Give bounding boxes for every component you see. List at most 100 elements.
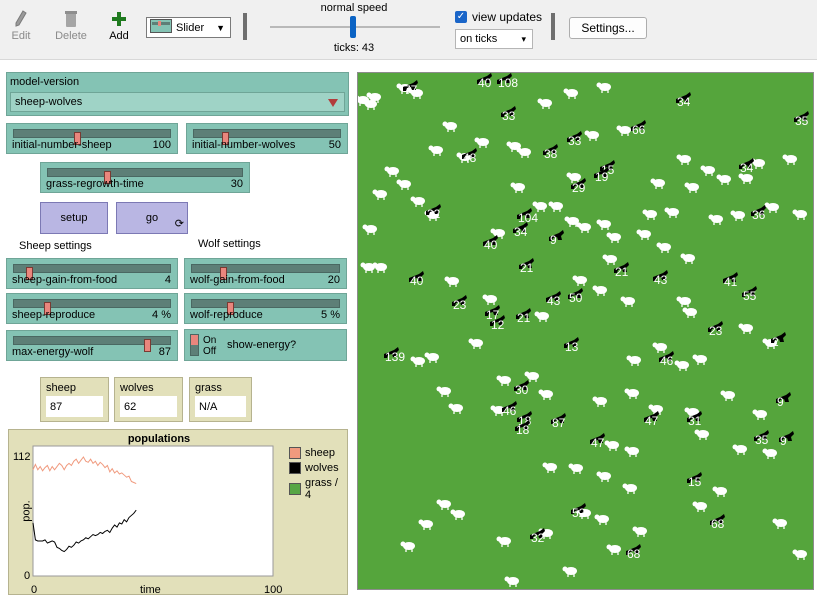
legend-swatch — [289, 462, 301, 474]
sheep-agent — [606, 544, 621, 555]
sheep-agent — [606, 232, 621, 243]
update-mode-label: on ticks — [460, 33, 498, 45]
wolf-gain-from-food-slider[interactable]: wolf-gain-from-food 20 — [184, 258, 347, 289]
sheep-agent — [424, 352, 439, 363]
sheep-agent — [504, 576, 519, 587]
initial-number-sheep-slider[interactable]: initial-number-sheep 100 — [6, 123, 178, 154]
legend-label: grass / 4 — [304, 477, 338, 501]
wolf-reproduce-slider[interactable]: wolf-reproduce 5 % — [184, 293, 347, 324]
sheep-agent — [576, 222, 591, 233]
sheep-reproduce-slider[interactable]: sheep-reproduce 4 % — [6, 293, 178, 324]
sheep-agent — [362, 99, 377, 110]
slider-track[interactable] — [13, 264, 171, 280]
sheep-agent — [496, 536, 511, 547]
sheep-agent — [418, 519, 433, 530]
add-button[interactable]: Add — [99, 8, 139, 42]
slider-track[interactable] — [191, 299, 340, 315]
setup-button[interactable]: setup — [40, 202, 108, 234]
wolf-energy-label: 21 — [517, 311, 531, 325]
sheep-gain-from-food-slider[interactable]: sheep-gain-from-food 4 — [6, 258, 178, 289]
wolf-energy-label: 68 — [627, 547, 641, 561]
chooser-value[interactable]: sheep-wolves — [10, 92, 345, 112]
sheep-agent — [650, 178, 665, 189]
sheep-agent — [474, 137, 489, 148]
sheep-agent — [616, 125, 631, 136]
show-energy-switch[interactable]: On Off show-energy? — [184, 329, 347, 361]
sheep-agent — [584, 130, 599, 141]
sheep-agent — [716, 174, 731, 185]
plot-area — [32, 445, 274, 577]
slider-value: 50 — [328, 139, 341, 151]
slider-track[interactable] — [13, 336, 171, 352]
world-canvas[interactable]: 7733343548383366151929343632104349402121… — [358, 73, 814, 590]
sheep-agent — [572, 275, 587, 286]
sheep-agent — [792, 549, 807, 560]
delete-button[interactable]: Delete — [51, 8, 91, 42]
legend-label: sheep — [305, 447, 335, 459]
sheep-agent — [642, 209, 657, 220]
sheep-agent — [712, 486, 727, 497]
widget-type-select[interactable]: Slider ▼ — [146, 17, 231, 38]
sheep-agent — [720, 390, 735, 401]
sheep-agent — [772, 518, 787, 529]
sheep-agent — [738, 173, 753, 184]
sheep-agent — [538, 389, 553, 400]
wolf-energy-label: 9 — [777, 395, 784, 409]
legend-swatch — [289, 483, 301, 495]
grass-regrowth-time-slider[interactable]: grass-regrowth-time 30 — [40, 162, 250, 193]
sheep-agent — [632, 526, 647, 537]
pencil-icon — [1, 8, 41, 30]
sheep-agent — [534, 311, 549, 322]
chevron-down-icon: ▼ — [216, 22, 225, 33]
wolf-energy-label: 43 — [654, 273, 668, 287]
sheep-agent — [372, 189, 387, 200]
sheep-agent — [568, 463, 583, 474]
wolf-energy-label: 87 — [552, 416, 566, 430]
update-mode-select[interactable]: on ticks ▾ — [455, 29, 533, 49]
go-button[interactable]: go ⟳ — [116, 202, 188, 234]
legend-item: grass / 4 — [289, 477, 347, 501]
edit-label: Edit — [11, 30, 31, 42]
monitor-name: grass — [195, 382, 222, 394]
sheep-agent — [396, 179, 411, 190]
y-min-label: 0 — [24, 570, 31, 582]
world-view[interactable]: 7733343548383366151929343632104349402121… — [357, 72, 814, 590]
wolf-energy-label: 32 — [531, 531, 545, 545]
switch-off-label: Off — [203, 346, 217, 357]
x-min-label: 0 — [31, 584, 38, 596]
slider-track[interactable] — [193, 129, 341, 145]
slider-name: initial-number-wolves — [192, 139, 296, 151]
slider-thumb[interactable] — [143, 339, 151, 352]
model-version-chooser[interactable]: model-version sheep-wolves — [6, 72, 349, 116]
slider-track[interactable] — [191, 264, 340, 280]
switch-toggle[interactable] — [190, 334, 199, 356]
sheep-agent — [524, 371, 539, 382]
sheep-agent — [626, 355, 641, 366]
sheep-agent — [400, 541, 415, 552]
wolf-energy-label: 43 — [547, 294, 561, 308]
monitor-value: 62 — [120, 396, 177, 417]
wolf-energy-label: 47 — [645, 414, 659, 428]
wolf-energy-label: 30 — [515, 383, 529, 397]
wolf-energy-label: 21 — [520, 261, 534, 275]
edit-button[interactable]: Edit — [1, 8, 41, 42]
sheep-agent — [468, 338, 483, 349]
sheep-agent — [692, 354, 707, 365]
sheep-agent — [510, 182, 525, 193]
slider-name: max-energy-wolf — [12, 346, 94, 358]
sheep-agent — [428, 145, 443, 156]
sheep-agent — [624, 388, 639, 399]
wolf-energy-label: 34 — [740, 161, 754, 175]
sheep-agent — [592, 396, 607, 407]
settings-button[interactable]: Settings... — [569, 17, 647, 39]
wolf-energy-label: 9 — [550, 233, 557, 247]
slider-track[interactable] — [13, 299, 171, 315]
view-updates-checkbox[interactable]: ✓ view updates — [455, 10, 542, 24]
slider-track[interactable] — [47, 168, 243, 184]
initial-number-wolves-slider[interactable]: initial-number-wolves 50 — [186, 123, 348, 154]
max-energy-wolf-slider[interactable]: max-energy-wolf 87 — [6, 330, 178, 361]
slider-value: 100 — [152, 139, 171, 151]
slider-name: wolf-gain-from-food — [190, 274, 285, 286]
slider-track[interactable] — [13, 129, 171, 145]
speed-slider-thumb[interactable] — [350, 16, 356, 38]
